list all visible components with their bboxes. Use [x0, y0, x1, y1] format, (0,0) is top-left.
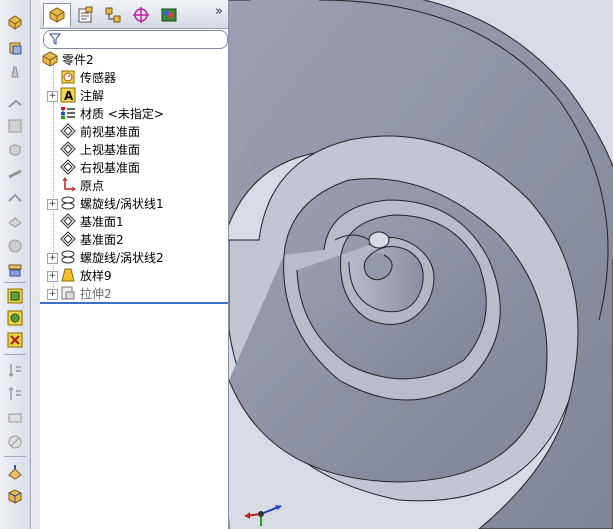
- chamfer-icon[interactable]: [4, 212, 26, 232]
- dimxpert-manager-tab[interactable]: [127, 3, 155, 27]
- tree-item-sensors[interactable]: 传感器: [60, 68, 116, 86]
- expand-helix2-button[interactable]: +: [47, 253, 58, 264]
- extrude-icon: [60, 285, 76, 301]
- plane-icon: [60, 123, 76, 139]
- part-icon: [42, 51, 58, 67]
- display-manager-tab[interactable]: [155, 3, 183, 27]
- tree-item-plane1[interactable]: 基准面1: [60, 212, 124, 230]
- swept-cut-icon[interactable]: [4, 164, 26, 184]
- curves-icon[interactable]: [4, 308, 26, 328]
- coordinate-triad-icon: [244, 505, 282, 526]
- fillet-icon[interactable]: [4, 188, 26, 208]
- shell-icon[interactable]: [4, 236, 26, 256]
- draft-icon[interactable]: [4, 408, 26, 428]
- dome-icon[interactable]: [4, 432, 26, 452]
- rib-icon[interactable]: [4, 260, 26, 280]
- spiral-model-render: [229, 0, 613, 529]
- tree-root-part[interactable]: 零件2: [42, 50, 94, 68]
- rollback-bar[interactable]: [40, 302, 228, 304]
- tree-filter-input[interactable]: [43, 30, 228, 49]
- view-orientation-icon[interactable]: [4, 486, 26, 506]
- property-manager-tab[interactable]: [71, 3, 99, 27]
- revolved-cut-icon[interactable]: [4, 140, 26, 160]
- reference-geometry-icon[interactable]: [4, 286, 26, 306]
- tree-item-helix2[interactable]: 螺旋线/涡状线2: [60, 248, 164, 266]
- mirror-icon[interactable]: [4, 384, 26, 404]
- feature-manager-panel: » 零件2 传感器 + A 注解 材质 <未指定> 前视基准面 上视基准面 右视…: [40, 0, 229, 529]
- revolved-boss-icon[interactable]: [4, 38, 26, 58]
- expand-loft9-button[interactable]: +: [47, 271, 58, 282]
- instant3d-icon[interactable]: [4, 330, 26, 350]
- tree-item-plane2[interactable]: 基准面2: [60, 230, 124, 248]
- panel-expand-button[interactable]: »: [215, 4, 223, 19]
- tree-item-right-plane[interactable]: 右视基准面: [60, 158, 140, 176]
- tree-item-front-plane[interactable]: 前视基准面: [60, 122, 140, 140]
- plane-icon: [60, 141, 76, 157]
- toolbar-gap: [31, 0, 40, 529]
- annotation-icon: A: [60, 87, 76, 103]
- configuration-manager-tab[interactable]: [99, 3, 127, 27]
- tree-item-material[interactable]: 材质 <未指定>: [60, 104, 164, 122]
- sensor-icon: [60, 69, 76, 85]
- tree-item-helix1[interactable]: 螺旋线/涡状线1: [60, 194, 164, 212]
- feature-manager-tab[interactable]: [43, 3, 71, 27]
- helix-icon: [60, 249, 76, 265]
- svg-text:A: A: [64, 89, 74, 103]
- plane-icon: [60, 213, 76, 229]
- manager-tabs: »: [40, 0, 228, 29]
- tree-item-extrude2[interactable]: 拉伸2: [60, 284, 112, 302]
- origin-icon: [60, 177, 76, 193]
- material-icon: [60, 105, 76, 121]
- features-toolbar: [0, 0, 31, 529]
- tree-root-label: 零件2: [62, 52, 94, 67]
- tree-item-loft9[interactable]: 放样9: [60, 266, 112, 284]
- expand-extrude2-button[interactable]: +: [47, 289, 58, 300]
- tree-item-origin[interactable]: 原点: [60, 176, 104, 194]
- tree-item-top-plane[interactable]: 上视基准面: [60, 140, 140, 158]
- extruded-cut-icon[interactable]: [4, 116, 26, 136]
- graphics-viewport[interactable]: [229, 0, 613, 529]
- extruded-boss-icon[interactable]: [4, 12, 26, 32]
- plane-icon: [60, 231, 76, 247]
- tree-item-annotations[interactable]: A 注解: [60, 86, 104, 104]
- expand-annotations-button[interactable]: +: [47, 91, 58, 102]
- plane-icon: [60, 159, 76, 175]
- section-view-icon[interactable]: [4, 462, 26, 482]
- filter-icon: [49, 33, 61, 45]
- expand-helix1-button[interactable]: +: [47, 199, 58, 210]
- loft-icon: [60, 267, 76, 283]
- lofted-boss-icon[interactable]: [4, 92, 26, 112]
- swept-boss-icon[interactable]: [4, 62, 26, 82]
- linear-pattern-icon[interactable]: [4, 360, 26, 380]
- helix-icon: [60, 195, 76, 211]
